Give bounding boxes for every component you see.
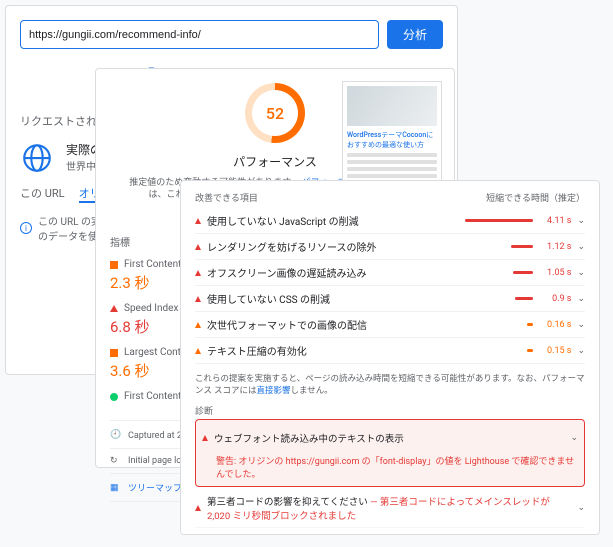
dot-green-icon — [110, 393, 118, 401]
diagnostics-label: 診断 — [195, 404, 585, 417]
score-gauge: 52 — [245, 83, 305, 143]
opportunity-value: 0.9 s — [539, 294, 571, 304]
chevron-down-icon: ⌄ — [577, 216, 585, 226]
triangle-red-icon — [195, 296, 201, 302]
diagnostic-text: 一部のサードパーティ リソースはファサードで遅延読み込みできます — 利用可能な… — [207, 533, 571, 535]
opportunity-bar — [513, 271, 533, 274]
chevron-down-icon: ⌄ — [577, 268, 585, 278]
diagnostic-row[interactable]: 第三者コードの影響を抑えてください — 第三者コードによってメインスレッドが 2… — [195, 489, 585, 528]
opportunity-text: レンダリングを妨げるリソースの除外 — [207, 239, 450, 254]
triangle-red-icon — [195, 244, 201, 250]
opportunities-header: 改善できる項目 短縮できる時間（推定） — [195, 191, 585, 204]
opportunity-row[interactable]: オフスクリーン画像の遅延読み込み 1.05 s ⌄ — [195, 260, 585, 286]
diagnostic-sub: — 第三者コードによってメインスレッドが 2,020 ミリ秒間ブロックされました — [207, 497, 550, 522]
opportunity-row[interactable]: 使用していない JavaScript の削減 4.11 s ⌄ — [195, 208, 585, 234]
opportunity-value: 1.05 s — [539, 268, 571, 278]
opportunity-bar — [465, 219, 533, 222]
treemap-icon: ▦ — [110, 483, 122, 493]
thumbnail-title: WordPressテーマCocoonにおすすめの最適な使い方 — [347, 130, 437, 150]
opportunity-bar — [511, 245, 533, 248]
triangle-red-icon — [195, 218, 201, 224]
triangle-red-icon — [195, 270, 201, 276]
opportunity-text: 使用していない JavaScript の削減 — [207, 213, 450, 228]
thumbnail-hero — [347, 86, 437, 126]
triangle-red-icon — [110, 305, 118, 312]
opportunity-bar — [527, 323, 533, 326]
opportunity-text: オフスクリーン画像の遅延読み込み — [207, 265, 450, 280]
chevron-down-icon: ⌄ — [577, 320, 585, 330]
chevron-down-icon: ⌄ — [577, 346, 585, 356]
triangle-red-icon — [195, 322, 201, 328]
direct-impact-link[interactable]: 直接影響 — [256, 386, 290, 396]
url-input[interactable] — [20, 20, 379, 49]
info-icon: i — [20, 222, 32, 234]
opportunity-row[interactable]: テキスト圧縮の有効化 0.15 s ⌄ — [195, 338, 585, 364]
triangle-red-icon — [195, 505, 201, 511]
opportunity-text: テキスト圧縮の有効化 — [207, 343, 450, 358]
opportunity-value: 1.12 s — [539, 242, 571, 252]
opportunity-value: 0.16 s — [539, 320, 571, 330]
diagnostic-row[interactable]: 一部のサードパーティ リソースはファサードで遅延読み込みできます — 利用可能な… — [195, 528, 585, 535]
opportunity-bar — [515, 297, 533, 300]
chevron-down-icon: ⌄ — [577, 503, 585, 513]
url-row: 分析 — [20, 20, 443, 49]
reload-icon: ↻ — [110, 456, 122, 466]
triangle-red-icon — [202, 435, 208, 441]
opportunity-row[interactable]: 使用していない CSS の削減 0.9 s ⌄ — [195, 286, 585, 312]
score-value: 52 — [252, 90, 298, 136]
opportunity-bar — [527, 349, 533, 352]
perf-label: パフォーマンス — [233, 153, 317, 170]
opportunity-value: 0.15 s — [539, 346, 571, 356]
tab-this-url[interactable]: この URL — [20, 185, 65, 203]
diagnostic-text: 第三者コードの影響を抑えてください — 第三者コードによってメインスレッドが 2… — [207, 494, 571, 522]
opportunities-card: 改善できる項目 短縮できる時間（推定） 使用していない JavaScript の… — [180, 180, 600, 535]
square-orange-icon — [110, 349, 118, 357]
chevron-down-icon: ⌄ — [577, 242, 585, 252]
chevron-down-icon: ⌄ — [570, 433, 578, 443]
chevron-down-icon: ⌄ — [577, 294, 585, 304]
diagnostic-highlighted-sub: 警告: オリジンの https://gungii.com の「font-disp… — [216, 454, 578, 480]
opportunity-row[interactable]: レンダリングを妨げるリソースの除外 1.12 s ⌄ — [195, 234, 585, 260]
analyze-button[interactable]: 分析 — [387, 20, 443, 49]
opportunities-note: これらの提案を実施すると、ページの読み込み時間を短縮できる可能性があります。なお… — [195, 372, 585, 396]
square-orange-icon — [110, 261, 118, 269]
globe-icon — [20, 141, 54, 175]
opportunity-text: 使用していない CSS の削減 — [207, 291, 450, 306]
triangle-red-icon — [195, 348, 201, 354]
opportunity-row[interactable]: 次世代フォーマットでの画像の配信 0.16 s ⌄ — [195, 312, 585, 338]
opportunity-value: 4.11 s — [539, 216, 571, 226]
clock-icon: 🕘 — [110, 430, 122, 440]
diagnostic-highlighted[interactable]: ウェブフォント読み込み中のテキストの表示 ⌄ 警告: オリジンの https:/… — [195, 419, 585, 487]
opportunity-text: 次世代フォーマットでの画像の配信 — [207, 317, 450, 332]
